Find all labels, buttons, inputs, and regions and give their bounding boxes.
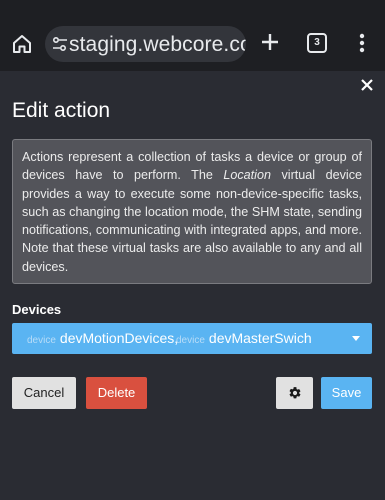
description-location: Location bbox=[223, 168, 271, 183]
device-chip-kind: device bbox=[27, 335, 56, 346]
device-chip[interactable]: device devMasterSwich bbox=[176, 330, 312, 348]
home-icon[interactable] bbox=[10, 32, 34, 56]
delete-button[interactable]: Delete bbox=[86, 377, 147, 409]
devices-label: Devices bbox=[12, 302, 62, 317]
description-text-2: virtual device provides a way to execute… bbox=[22, 168, 362, 274]
settings-button[interactable] bbox=[276, 377, 313, 409]
save-button[interactable]: Save bbox=[321, 377, 372, 409]
close-icon[interactable] bbox=[358, 76, 376, 94]
url-text: staging.webcore.co bbox=[69, 33, 246, 56]
device-chip[interactable]: device devMotionDevices, bbox=[27, 330, 178, 348]
tab-count-button[interactable]: 3 bbox=[307, 33, 327, 53]
device-chip-name: devMotionDevices, bbox=[59, 330, 179, 346]
cancel-button[interactable]: Cancel bbox=[12, 377, 76, 409]
browser-toolbar: staging.webcore.co 3 bbox=[0, 0, 385, 71]
dialog-title: Edit action bbox=[12, 99, 111, 122]
gear-icon bbox=[289, 387, 300, 399]
action-description: Actions represent a collection of tasks … bbox=[12, 139, 372, 284]
devices-select[interactable]: device devMotionDevices, device devMasterS… bbox=[12, 323, 372, 354]
device-chip-name: devMasterSwich bbox=[208, 330, 312, 346]
tune-icon[interactable] bbox=[51, 35, 69, 53]
plus-icon[interactable] bbox=[259, 31, 281, 53]
more-vert-icon[interactable] bbox=[352, 31, 372, 55]
address-bar[interactable]: staging.webcore.co bbox=[45, 26, 246, 62]
device-chip-kind: device bbox=[176, 335, 205, 346]
caret-down-icon[interactable] bbox=[352, 336, 360, 341]
